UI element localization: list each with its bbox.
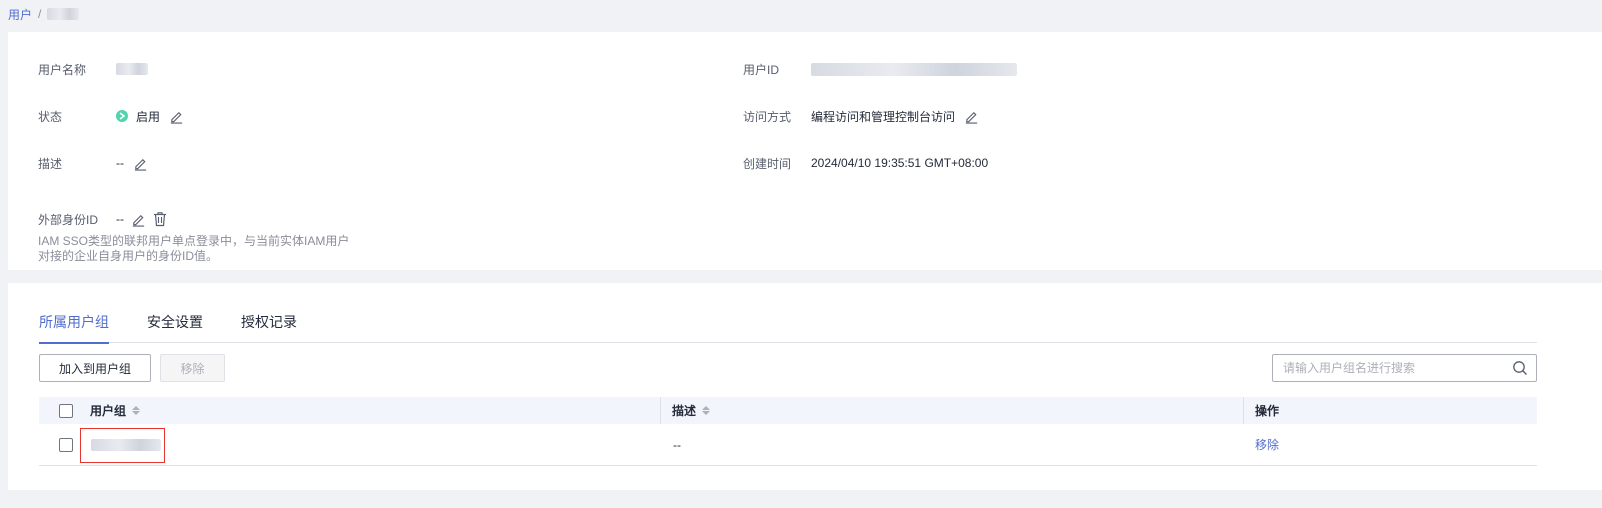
- highlight-box: [80, 428, 165, 463]
- user-groups-table: 用户组 描述 操作 -- 移除: [39, 397, 1537, 466]
- username-value-redacted: [116, 63, 148, 75]
- external-id-hint: IAM SSO类型的联邦用户单点登录中，与当前实体IAM用户 对接的企业自身用户…: [38, 234, 358, 264]
- search-icon[interactable]: [1512, 360, 1528, 376]
- table-row: -- 移除: [39, 424, 1537, 466]
- tab-authorization-records[interactable]: 授权记录: [241, 311, 297, 343]
- user-id-row: 用户ID: [743, 59, 1017, 79]
- user-groups-card: 所属用户组 安全设置 授权记录 加入到用户组 移除 用户组 描述: [8, 283, 1602, 490]
- delete-external-id-icon[interactable]: [152, 211, 168, 227]
- tab-security-settings[interactable]: 安全设置: [147, 311, 203, 343]
- status-label: 状态: [38, 109, 63, 124]
- row-checkbox[interactable]: [59, 437, 73, 452]
- status-enabled-icon: [116, 110, 128, 122]
- status-value: 启用: [136, 109, 161, 124]
- access-mode-row: 访问方式 编程访问和管理控制台访问: [743, 106, 979, 126]
- group-search-box: [1272, 354, 1537, 382]
- add-to-group-button[interactable]: 加入到用户组: [39, 354, 151, 382]
- edit-status-icon[interactable]: [168, 108, 184, 124]
- user-id-label: 用户ID: [743, 62, 780, 77]
- description-label: 描述: [38, 156, 63, 171]
- edit-access-mode-icon[interactable]: [963, 108, 979, 124]
- select-all-checkbox[interactable]: [59, 403, 73, 418]
- access-mode-value: 编程访问和管理控制台访问: [811, 109, 956, 124]
- breadcrumb-separator: /: [38, 7, 42, 21]
- external-id-hint-line2: 对接的企业自身用户的身份ID值。: [38, 249, 219, 263]
- created-time-label: 创建时间: [743, 156, 792, 171]
- column-header-description-label: 描述: [672, 404, 697, 418]
- external-id-hint-line1: IAM SSO类型的联邦用户单点登录中，与当前实体IAM用户: [38, 234, 350, 248]
- table-header: 用户组 描述 操作: [39, 397, 1537, 424]
- external-id-value: --: [116, 212, 124, 226]
- column-header-actions: 操作: [1255, 404, 1280, 418]
- external-id-row: 外部身份ID --: [38, 209, 168, 229]
- description-value: --: [116, 156, 124, 170]
- breadcrumb-current-redacted: [47, 8, 80, 20]
- column-header-group-label: 用户组: [90, 404, 127, 418]
- created-time-row: 创建时间 2024/04/10 19:35:51 GMT+08:00: [743, 153, 988, 173]
- external-id-label: 外部身份ID: [38, 212, 99, 227]
- access-mode-label: 访问方式: [743, 109, 792, 124]
- edit-description-icon[interactable]: [132, 155, 148, 171]
- row-description: --: [673, 437, 681, 452]
- user-id-value-redacted: [811, 62, 1017, 76]
- breadcrumb: 用户 /: [8, 6, 80, 23]
- sort-group-icon[interactable]: [132, 406, 141, 415]
- remove-button[interactable]: 移除: [160, 354, 225, 382]
- column-header-group[interactable]: 用户组: [90, 397, 141, 424]
- edit-external-id-icon[interactable]: [130, 211, 146, 227]
- created-time-value: 2024/04/10 19:35:51 GMT+08:00: [811, 156, 989, 170]
- description-row: 描述 --: [38, 153, 148, 173]
- sort-description-icon[interactable]: [702, 406, 711, 415]
- user-info-card: 用户名称 状态 启用 描述 -- 外部身份ID -- IAM SSO类型的联邦用…: [8, 32, 1602, 270]
- breadcrumb-users-link[interactable]: 用户: [8, 6, 32, 23]
- column-header-description[interactable]: 描述: [672, 397, 711, 424]
- row-remove-link[interactable]: 移除: [1255, 436, 1279, 453]
- tab-bar: 所属用户组 安全设置 授权记录: [39, 311, 1537, 344]
- group-search-input[interactable]: [1283, 361, 1512, 375]
- tab-user-groups[interactable]: 所属用户组: [39, 311, 109, 344]
- username-label: 用户名称: [38, 62, 87, 77]
- username-row: 用户名称: [38, 59, 148, 79]
- status-row: 状态 启用: [38, 106, 184, 126]
